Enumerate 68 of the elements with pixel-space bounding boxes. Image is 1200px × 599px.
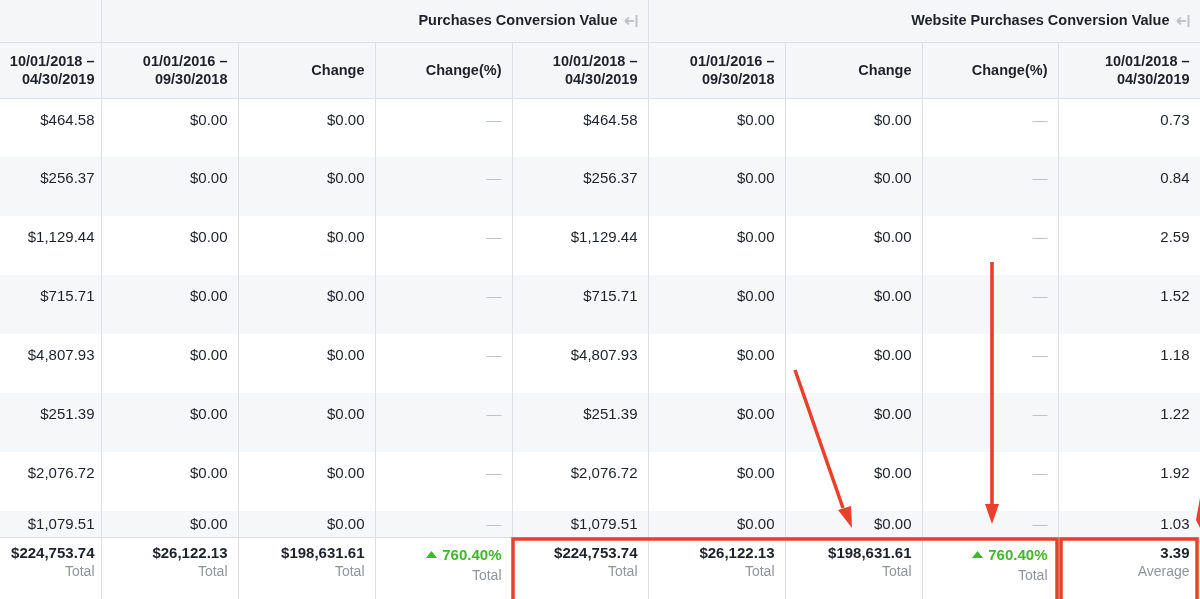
table-cell: — <box>922 511 1058 537</box>
table-cell: $0.00 <box>785 393 922 452</box>
total-change: 760.40% <box>988 545 1048 563</box>
table-cell: — <box>922 275 1058 334</box>
table-cell: $0.00 <box>648 157 785 216</box>
table-cell: $0.00 <box>101 393 238 452</box>
table-cell: $715.71 <box>512 275 648 334</box>
table-cell: 0.84 <box>1058 157 1200 216</box>
column-header[interactable]: Change <box>785 42 922 98</box>
table-cell: $0.00 <box>785 157 922 216</box>
table-cell: $0.00 <box>101 157 238 216</box>
total-value: 3.39 <box>1159 543 1190 562</box>
column-header[interactable]: Change(%) <box>922 42 1058 98</box>
table-cell: $0.00 <box>238 275 375 334</box>
total-label: Total <box>333 561 365 580</box>
table-cell: $1,079.51 <box>0 511 101 537</box>
total-label: Total <box>880 561 912 580</box>
column-header[interactable]: Change <box>238 42 375 98</box>
total-value: $198,631.61 <box>280 543 365 562</box>
table-cell: $0.00 <box>648 275 785 334</box>
table-cell: 1.52 <box>1058 275 1200 334</box>
table-cell: $0.00 <box>238 157 375 216</box>
collapse-icon[interactable] <box>623 12 638 28</box>
table-cell: $256.37 <box>512 157 648 216</box>
table-cell: $715.71 <box>0 275 101 334</box>
total-value: $224,753.74 <box>553 543 638 562</box>
table-cell: — <box>375 393 512 452</box>
group-header: Purchases Conversion Value <box>418 11 618 28</box>
table-cell: $0.00 <box>648 511 785 537</box>
table-cell: — <box>922 157 1058 216</box>
total-label: Total <box>743 561 775 580</box>
collapse-icon[interactable] <box>1175 12 1190 28</box>
table-cell: $0.00 <box>101 275 238 334</box>
group-header: Website Purchases Conversion Value <box>911 11 1170 28</box>
column-header[interactable]: 01/01/2016 – 09/30/2018 <box>648 42 785 98</box>
table-cell: $251.39 <box>512 393 648 452</box>
table-cell: $0.00 <box>101 511 238 537</box>
table-cell: $1,079.51 <box>512 511 648 537</box>
table-cell: $0.00 <box>785 511 922 537</box>
column-header[interactable]: 01/01/2016 – 09/30/2018 <box>101 42 238 98</box>
total-label: Total <box>196 561 228 580</box>
total-label: Total <box>606 561 638 580</box>
total-label: Average <box>1136 561 1190 580</box>
total-value: $26,122.13 <box>698 543 775 562</box>
table-cell: $0.00 <box>238 393 375 452</box>
table-cell: $256.37 <box>0 157 101 216</box>
table-cell: 1.22 <box>1058 393 1200 452</box>
total-label: Total <box>1016 566 1048 585</box>
table-cell: $251.39 <box>0 393 101 452</box>
table-cell: $0.00 <box>785 275 922 334</box>
total-value: $224,753.74 <box>10 543 95 562</box>
table-cell: — <box>375 511 512 537</box>
table-cell: — <box>922 393 1058 452</box>
total-value: $26,122.13 <box>151 543 228 562</box>
column-header[interactable]: 10/01/2018 – 04/30/2019 <box>512 42 648 98</box>
table-cell: $0.00 <box>238 511 375 537</box>
total-value: $198,631.61 <box>827 543 912 562</box>
table-cell: $0.00 <box>648 393 785 452</box>
total-label: Total <box>470 566 502 585</box>
table-cell: 1.03 <box>1058 511 1200 537</box>
table-cell: — <box>375 275 512 334</box>
arrow <box>1196 498 1200 528</box>
column-header[interactable]: 10/01/2018 – 04/30/2019 <box>0 42 101 98</box>
total-label: Total <box>63 561 95 580</box>
total-change: 760.40% <box>442 545 502 563</box>
column-header[interactable]: 10/01/2018 – 04/30/2019 <box>1058 42 1200 98</box>
table-cell: — <box>375 157 512 216</box>
column-header[interactable]: Change(%) <box>375 42 512 98</box>
